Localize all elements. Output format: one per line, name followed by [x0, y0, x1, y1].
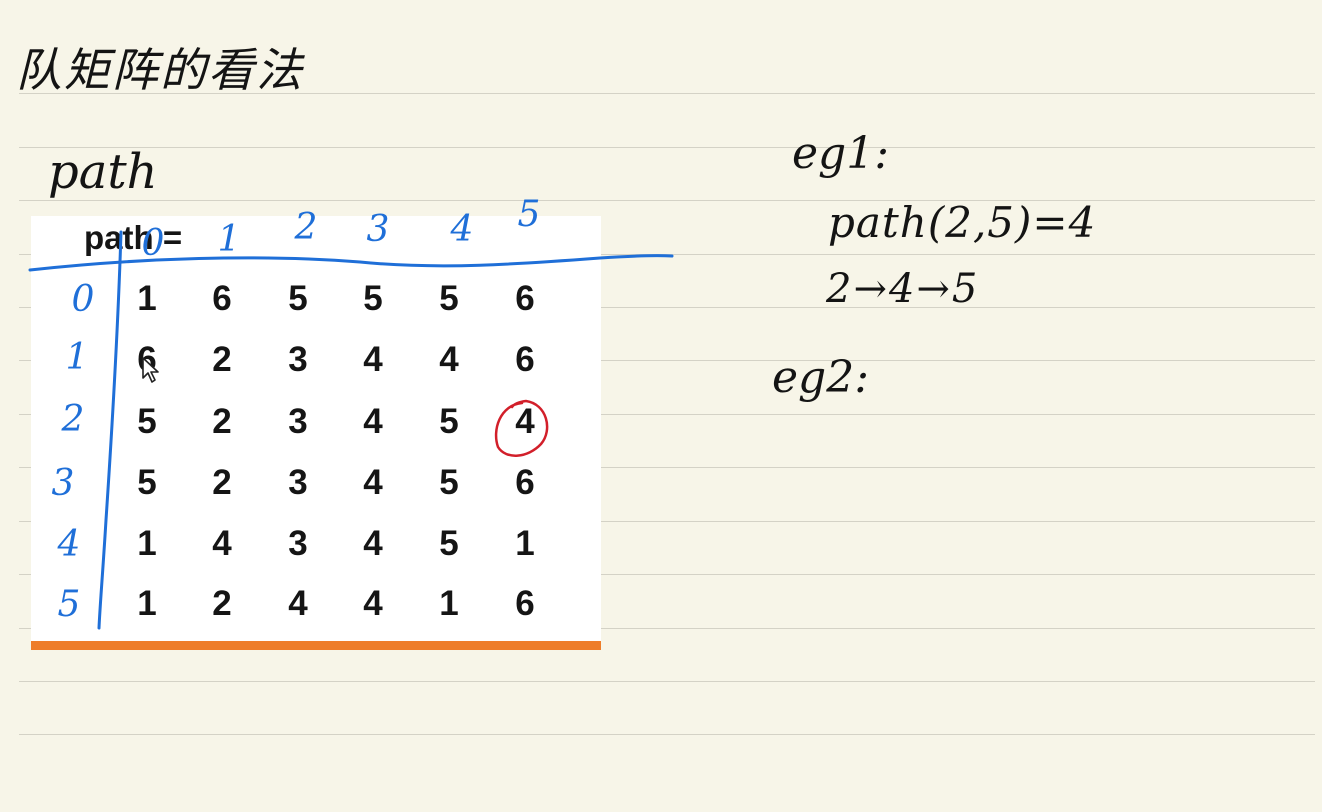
matrix-cell: 3	[288, 463, 308, 502]
row-label: 5	[57, 584, 81, 625]
matrix-cell: 2	[212, 463, 232, 502]
matrix-cell: 2	[212, 584, 232, 623]
matrix-cell: 5	[137, 402, 157, 441]
ruled-line	[19, 200, 1315, 201]
matrix-cell: 3	[288, 402, 308, 441]
matrix-cell: 3	[288, 340, 308, 379]
matrix-cell: 5	[439, 402, 459, 441]
matrix-cell: 6	[515, 340, 535, 379]
matrix-cell: 4	[363, 340, 383, 379]
row-label: 0	[71, 279, 95, 320]
matrix-cell: 4	[212, 524, 232, 563]
column-label: 0	[141, 223, 165, 264]
matrix-cell: 5	[363, 279, 383, 318]
example-1-label: eg1:	[792, 128, 890, 179]
matrix-cell: 3	[288, 524, 308, 563]
column-label: 1	[217, 219, 241, 260]
matrix-cell: 5	[439, 463, 459, 502]
matrix-cell: 5	[439, 279, 459, 318]
matrix-cell-highlighted: 4	[515, 402, 535, 441]
matrix-cell: 1	[439, 584, 459, 623]
matrix-cell: 4	[288, 584, 308, 623]
matrix-cell: 4	[363, 584, 383, 623]
mouse-pointer-icon	[142, 357, 159, 383]
ruled-line	[19, 147, 1315, 148]
ruled-line	[19, 681, 1315, 682]
section-label: path	[48, 144, 158, 200]
matrix-cell: 1	[137, 279, 157, 318]
row-label: 4	[57, 524, 81, 565]
example-2-label: eg2:	[772, 352, 870, 403]
matrix-cell: 6	[515, 279, 535, 318]
accent-bar	[31, 641, 601, 650]
matrix-cell: 4	[439, 340, 459, 379]
column-label: 3	[366, 209, 390, 250]
matrix-cell: 4	[363, 524, 383, 563]
matrix-cell: 1	[515, 524, 535, 563]
page-title: 队矩阵的看法	[16, 43, 304, 97]
matrix-cell: 1	[137, 584, 157, 623]
column-label: 4	[450, 209, 474, 250]
matrix-cell: 6	[212, 279, 232, 318]
matrix-cell: 5	[137, 463, 157, 502]
matrix-cell: 6	[515, 463, 535, 502]
matrix-cell: 2	[212, 402, 232, 441]
matrix-cell: 4	[363, 463, 383, 502]
matrix-cell: 6	[515, 584, 535, 623]
row-label: 1	[65, 337, 89, 378]
matrix-cell: 5	[439, 524, 459, 563]
column-label: 2	[294, 207, 318, 248]
example-1-line-2: 2→4→5	[826, 266, 980, 312]
matrix-cell: 5	[288, 279, 308, 318]
matrix-cell: 2	[212, 340, 232, 379]
ruled-line	[19, 734, 1315, 735]
row-label: 2	[61, 399, 85, 440]
row-label: 3	[51, 463, 75, 504]
matrix-cell: 4	[363, 402, 383, 441]
column-label: 5	[517, 194, 541, 235]
example-1-line-1: path(2,5)=4	[828, 198, 1097, 247]
matrix-cell: 1	[137, 524, 157, 563]
